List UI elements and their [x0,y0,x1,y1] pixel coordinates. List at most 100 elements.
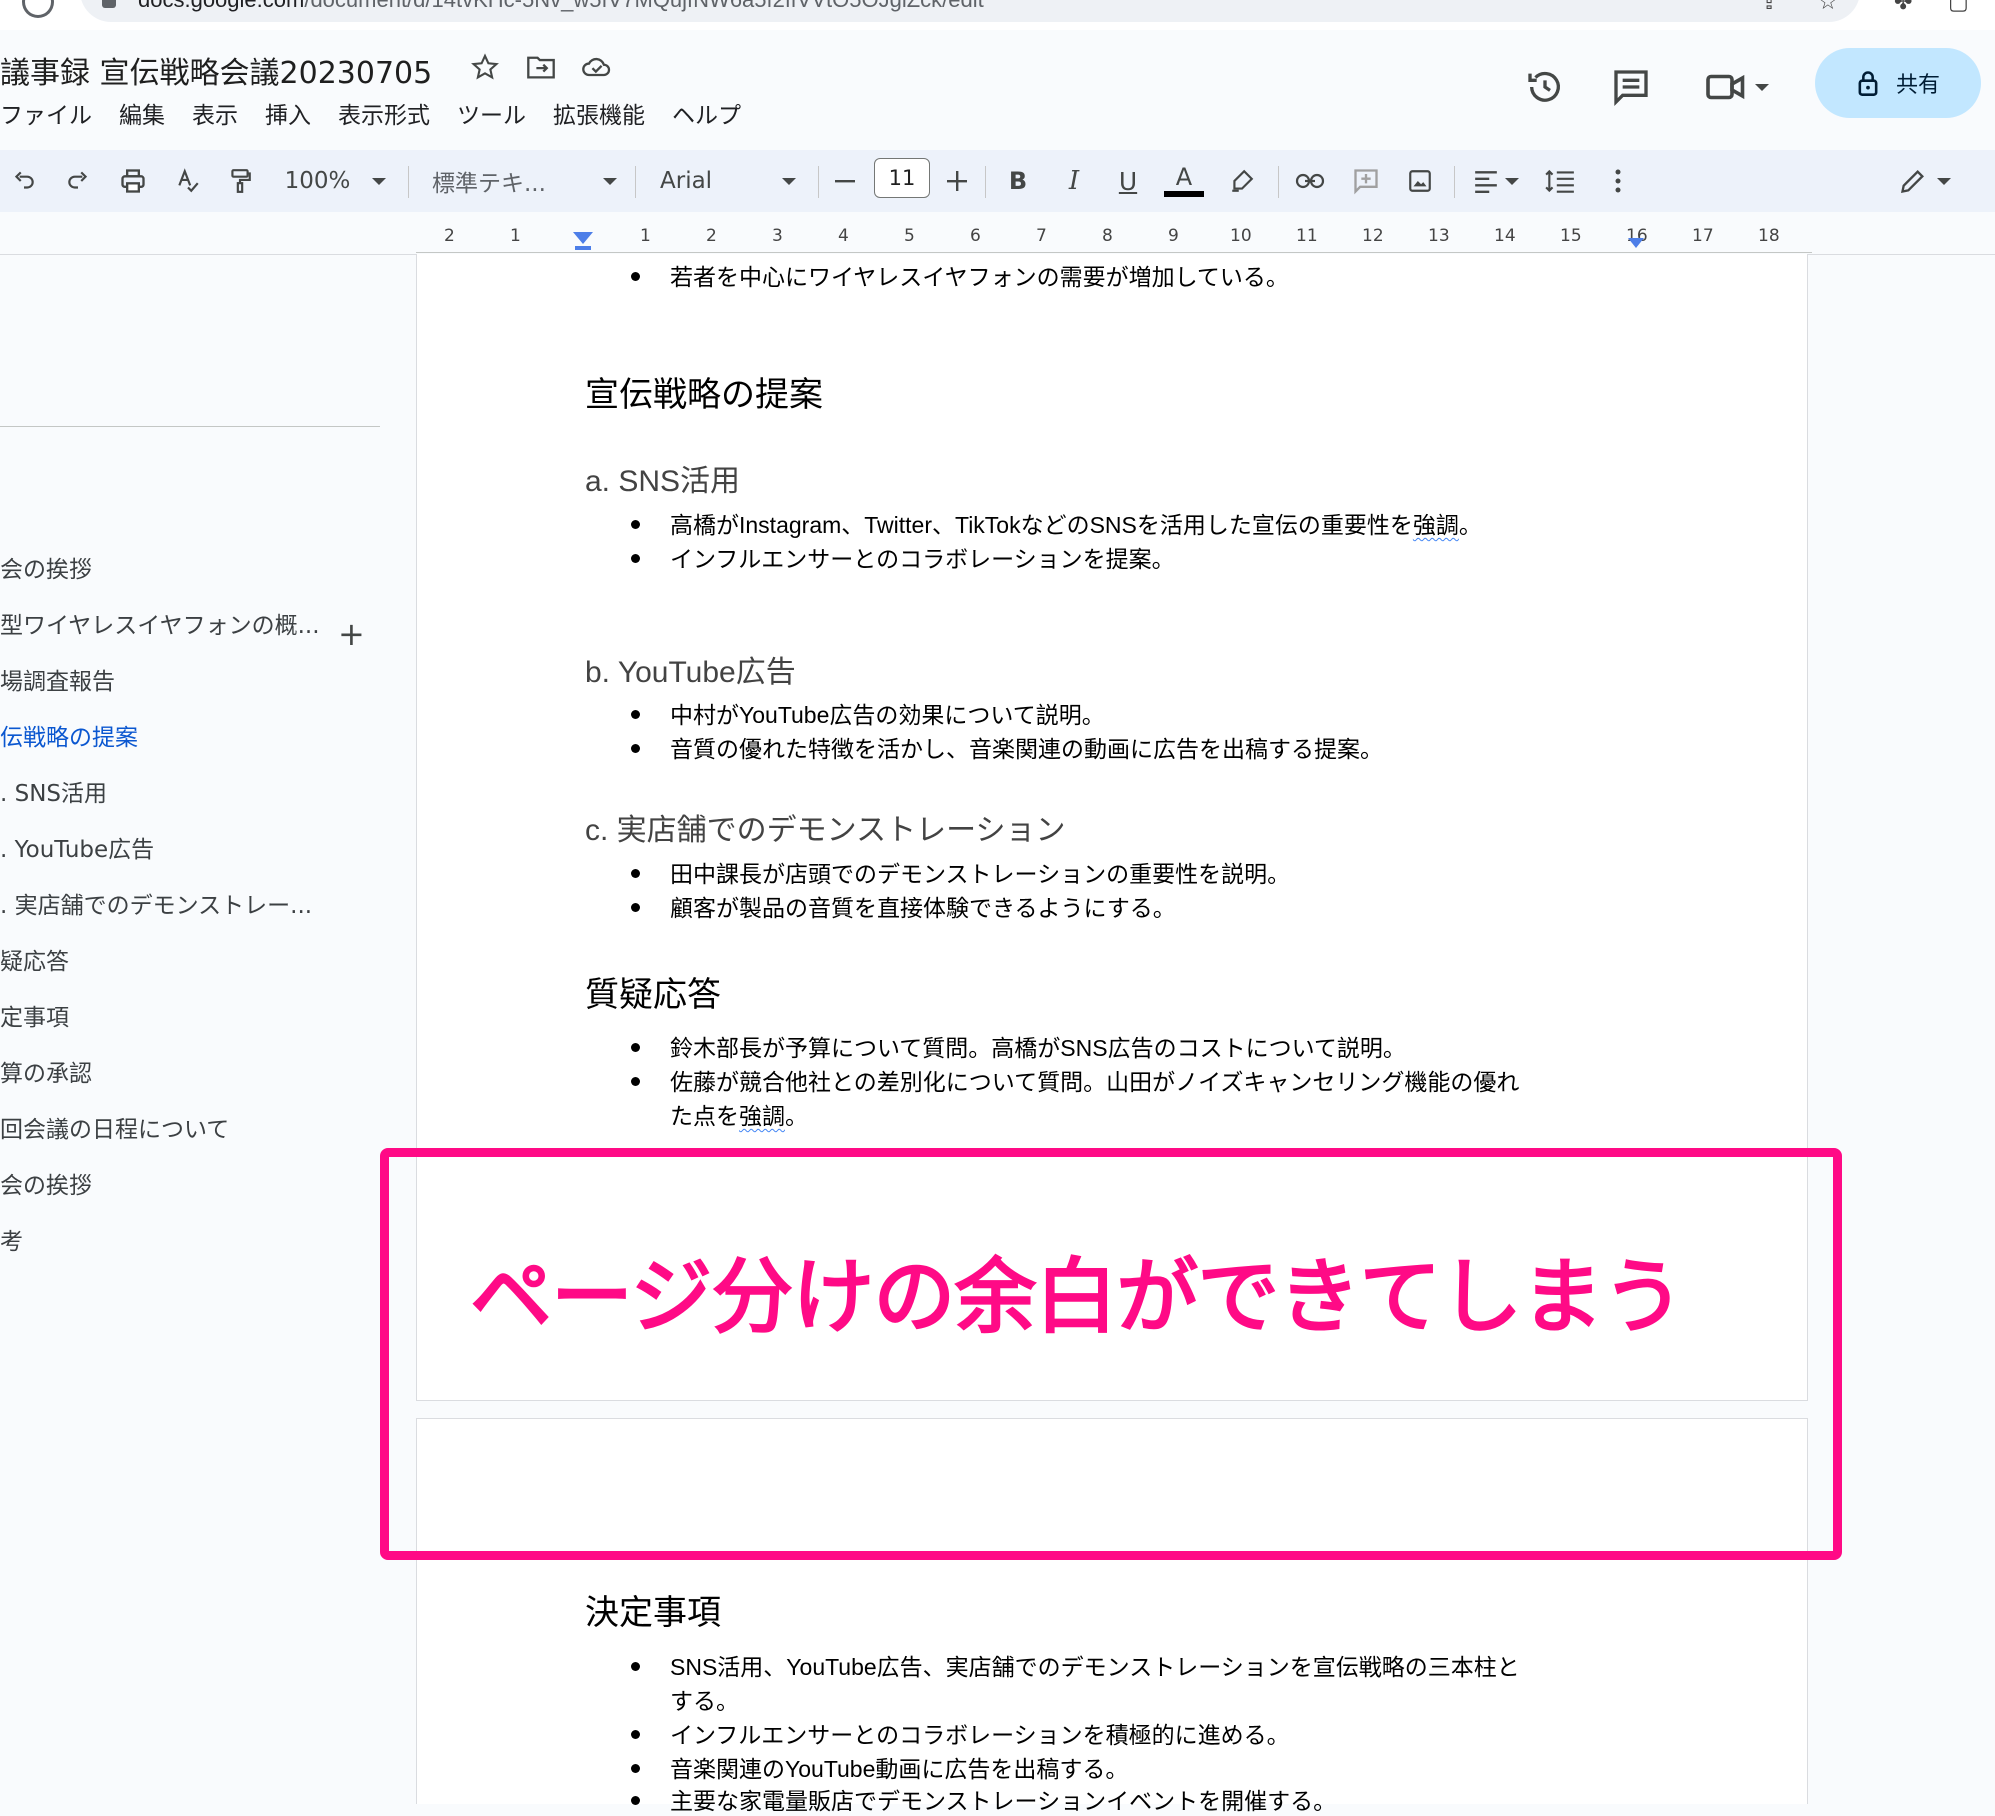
add-tab-icon[interactable]: + [338,615,365,653]
paint-format-icon[interactable] [222,150,258,212]
ruler[interactable]: 2 1 1 2 3 4 5 6 7 8 9 10 11 12 13 14 15 … [416,226,1812,254]
style-select[interactable]: 標準テキ... [432,150,617,212]
heading-sns[interactable]: a. SNS活用 [585,456,740,500]
cloud-icon[interactable] [580,50,614,84]
list-item[interactable]: SNS活用、YouTube広告、実店舗でのデモンストレーションを宣伝戦略の三本柱… [670,1648,1520,1682]
ruler-label: 13 [1428,226,1450,246]
list-item[interactable]: 若者を中心にワイヤレスイヤフォンの需要が増加している。 [670,258,1289,292]
outline-item[interactable]: 会の挨拶 [0,1166,92,1200]
meet-dropdown-icon[interactable] [1755,83,1769,91]
document-title[interactable]: 議事録 宣伝戦略会議20230705 [0,48,432,92]
extensions-icon[interactable]: ✤ [1894,0,1912,15]
outline-item-active[interactable]: 伝戦略の提案 [0,718,138,752]
list-item[interactable]: 鈴木部長が予算について質問。高橋がSNS広告のコストについて説明。 [670,1029,1406,1063]
comments-icon[interactable] [1608,64,1654,110]
comment-add-icon[interactable] [1348,150,1384,212]
line-spacing-icon[interactable] [1540,150,1580,212]
font-size-input[interactable]: 11 [874,158,930,198]
image-icon[interactable] [1402,150,1438,212]
share-page-icon[interactable]: ⇪ [1760,0,1778,15]
outline-item[interactable]: . YouTube広告 [0,830,154,864]
list-item[interactable]: 高橋がInstagram、Twitter、TikTokなどのSNSを活用した宣伝… [670,506,1482,540]
history-icon[interactable] [1522,64,1568,110]
ruler-label: 1 [510,226,521,246]
menu-edit[interactable]: 編集 [119,96,165,130]
list-item[interactable]: 田中課長が店頭でのデモンストレーションの重要性を説明。 [670,855,1290,889]
move-icon[interactable] [524,50,558,84]
spellcheck-icon[interactable] [170,150,206,212]
link-icon[interactable] [1292,150,1328,212]
more-icon[interactable] [1600,150,1636,212]
list-item[interactable]: 中村がYouTube広告の効果について説明。 [670,696,1105,730]
heading-decision[interactable]: 決定事項 [585,1585,721,1634]
menu-extensions[interactable]: 拡張機能 [553,96,645,130]
share-label: 共有 [1895,73,1940,98]
ruler-label: 8 [1102,226,1113,246]
list-item-continuation[interactable]: する。 [670,1682,739,1716]
outline-item[interactable]: 場調査報告 [0,662,115,696]
increase-font-size-icon[interactable] [942,150,972,212]
left-indent-marker[interactable] [573,232,593,244]
zoom-select[interactable]: 100% [278,150,393,212]
list-item[interactable]: インフルエンサーとのコラボレーションを積極的に進める。 [670,1716,1290,1750]
bold-icon[interactable]: B [1002,150,1034,212]
text-color-letter: A [1175,163,1193,191]
highlighter-icon[interactable] [1224,150,1260,212]
menu-tools[interactable]: ツール [457,96,526,130]
outline-item[interactable]: 考 [0,1222,23,1256]
list-item[interactable]: 音質の優れた特徴を活かし、音楽関連の動画に広告を出稿する提案。 [670,730,1383,764]
menu-view[interactable]: 表示 [192,96,238,130]
italic-icon[interactable]: I [1058,150,1090,212]
site-info-icon[interactable] [102,0,116,8]
underline-icon[interactable]: U [1112,150,1144,212]
text-color-icon[interactable]: A [1162,150,1206,212]
outline-item[interactable]: 定事項 [0,998,69,1032]
list-item[interactable]: 顧客が製品の音質を直接体験できるようにする。 [670,889,1176,923]
toolbar-divider [985,166,986,198]
redo-icon[interactable] [60,150,96,212]
outline-item[interactable]: 算の承認 [0,1054,92,1088]
menu-help[interactable]: ヘルプ [672,96,741,130]
heading-store[interactable]: c. 実店舗でのデモンストレーション [585,805,1065,849]
align-icon[interactable] [1466,150,1526,212]
right-indent-marker[interactable] [1628,238,1644,248]
spellcheck-word[interactable]: 強調 [1413,512,1459,538]
ruler-label: 14 [1494,226,1516,246]
list-item[interactable]: 佐藤が競合他社との差別化について質問。山田がノイズキャンセリング機能の優れ [670,1063,1519,1097]
font-value: Arial [660,168,713,194]
share-button[interactable]: 共有 [1815,48,1981,118]
list-item[interactable]: 主要な家電量販店でデモンストレーションイベントを開催する。 [670,1782,1336,1816]
outline-item[interactable]: 疑応答 [0,942,69,976]
outline-item[interactable]: 型ワイヤレスイヤフォンの概... [0,606,320,640]
undo-icon[interactable] [6,150,42,212]
list-item-continuation[interactable]: た点を強調。 [670,1097,808,1131]
menu-insert[interactable]: 挿入 [265,96,311,130]
ruler-label: 17 [1692,226,1714,246]
outline-item[interactable]: . 実店舗でのデモンストレー... [0,886,312,920]
meet-icon[interactable] [1702,64,1772,110]
menu-bar: ファイル 編集 表示 挿入 表示形式 ツール 拡張機能 ヘルプ [0,96,768,130]
menu-format[interactable]: 表示形式 [338,96,430,130]
decrease-font-size-icon[interactable] [830,150,860,212]
first-line-indent-marker[interactable] [575,246,591,250]
edit-mode-icon[interactable] [1890,150,1960,212]
reload-icon[interactable] [22,0,54,18]
heading-youtube[interactable]: b. YouTube広告 [585,647,796,691]
star-icon[interactable] [468,50,502,84]
heading-qa[interactable]: 質疑応答 [585,967,721,1016]
ruler-label: 15 [1560,226,1582,246]
url-text[interactable]: docs.google.com/document/d/14tvKHc-5Nv_w… [138,0,984,13]
print-icon[interactable] [114,150,152,212]
list-item[interactable]: インフルエンサーとのコラボレーションを提案。 [670,540,1175,574]
outline-item[interactable]: . SNS活用 [0,774,107,808]
outline-item[interactable]: 会の挨拶 [0,550,92,584]
bookmark-star-icon[interactable]: ☆ [1818,0,1838,15]
menu-file[interactable]: ファイル [0,96,92,130]
heading-proposal[interactable]: 宣伝戦略の提案 [585,367,823,416]
style-value: 標準テキ... [432,171,546,197]
window-icon[interactable]: ▢ [1948,0,1969,15]
font-select[interactable]: Arial [660,150,796,212]
spellcheck-word[interactable]: 強調 [739,1103,785,1129]
list-item[interactable]: 音楽関連のYouTube動画に広告を出稿する。 [670,1750,1128,1784]
outline-item[interactable]: 回会議の日程について [0,1110,229,1144]
